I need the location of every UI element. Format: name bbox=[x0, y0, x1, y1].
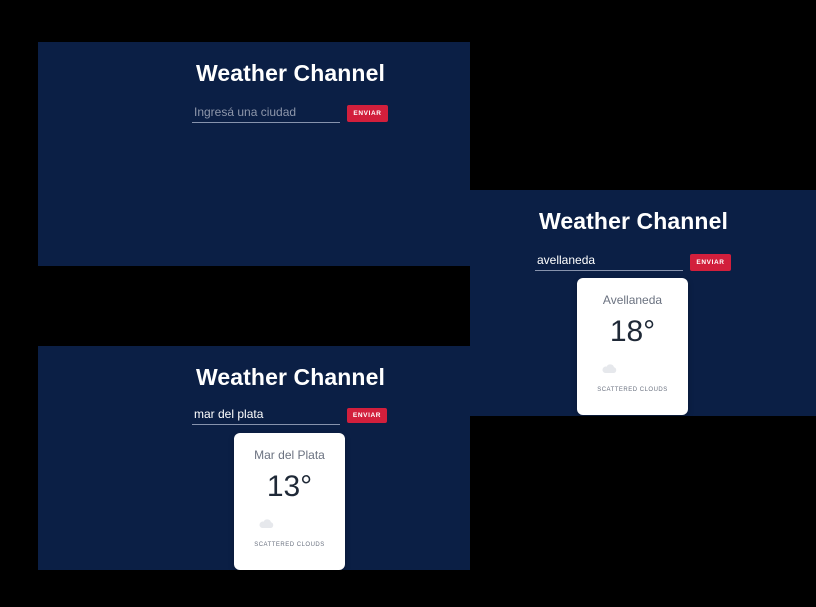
send-button[interactable]: ENVIAR bbox=[347, 105, 388, 122]
card-temperature: 13° bbox=[266, 470, 313, 503]
city-search-input[interactable] bbox=[535, 252, 683, 271]
weather-screen-mar-del-plata: Weather Channel ENVIAR Mar del Plata 13°… bbox=[38, 346, 470, 570]
app-title: Weather Channel bbox=[539, 208, 728, 234]
weather-screen-avellaneda: Weather Channel ENVIAR Avellaneda 18° SC… bbox=[470, 190, 816, 416]
app-title: Weather Channel bbox=[196, 364, 385, 390]
send-button[interactable]: ENVIAR bbox=[690, 254, 731, 271]
city-search-input[interactable] bbox=[192, 406, 340, 425]
cloud-icon bbox=[259, 519, 274, 528]
card-description: SCATTERED CLOUDS bbox=[254, 542, 325, 548]
send-button[interactable]: ENVIAR bbox=[347, 408, 387, 423]
card-city-name: Mar del Plata bbox=[254, 448, 325, 462]
app-title: Weather Channel bbox=[196, 60, 385, 86]
weather-card: Mar del Plata 13° SCATTERED CLOUDS bbox=[234, 433, 345, 570]
weather-card: Avellaneda 18° SCATTERED CLOUDS bbox=[577, 278, 688, 415]
city-search-input[interactable] bbox=[192, 104, 340, 123]
cloud-icon bbox=[602, 364, 617, 373]
card-description: SCATTERED CLOUDS bbox=[597, 387, 668, 393]
card-temperature: 18° bbox=[609, 315, 656, 348]
card-city-name: Avellaneda bbox=[602, 293, 663, 307]
weather-screen-empty: Weather Channel ENVIAR bbox=[38, 42, 470, 266]
